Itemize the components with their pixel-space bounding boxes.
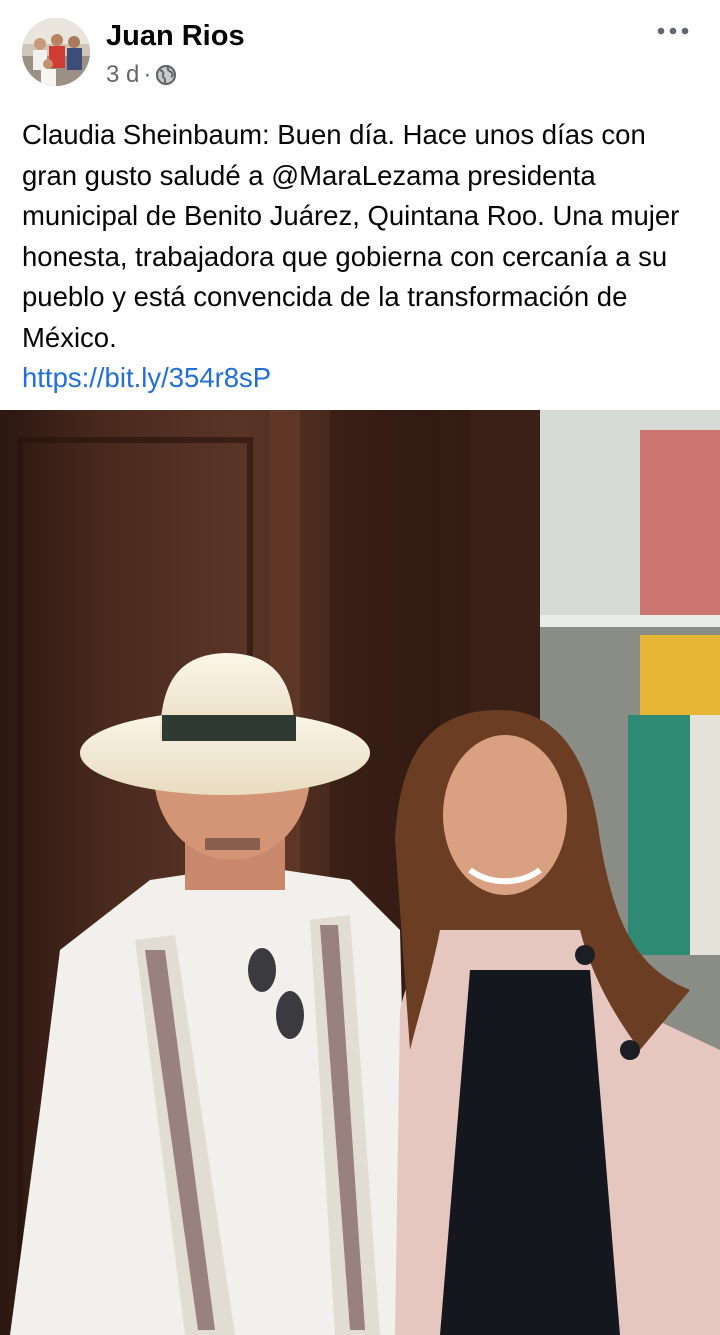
avatar-photo bbox=[22, 18, 90, 86]
post-meta: 3 d · bbox=[106, 60, 177, 90]
more-options-button[interactable] bbox=[652, 14, 694, 48]
meta-separator: · bbox=[143, 61, 152, 88]
more-horizontal-icon bbox=[657, 27, 689, 35]
author-avatar[interactable] bbox=[22, 18, 90, 86]
author-name[interactable]: Juan Rios bbox=[106, 18, 245, 54]
post-link[interactable]: https://bit.ly/354r8sP bbox=[22, 358, 271, 399]
post-header: Juan Rios 3 d · bbox=[0, 0, 720, 105]
post-text: Claudia Sheinbaum: Buen día. Hace unos d… bbox=[22, 119, 680, 353]
post-timestamp[interactable]: 3 d bbox=[106, 61, 139, 89]
photo-image bbox=[0, 410, 720, 1335]
facebook-post: Juan Rios 3 d · Claudia Sheinbaum: Buen … bbox=[0, 0, 720, 1335]
post-photo[interactable] bbox=[0, 410, 720, 1335]
globe-icon[interactable] bbox=[155, 64, 177, 86]
